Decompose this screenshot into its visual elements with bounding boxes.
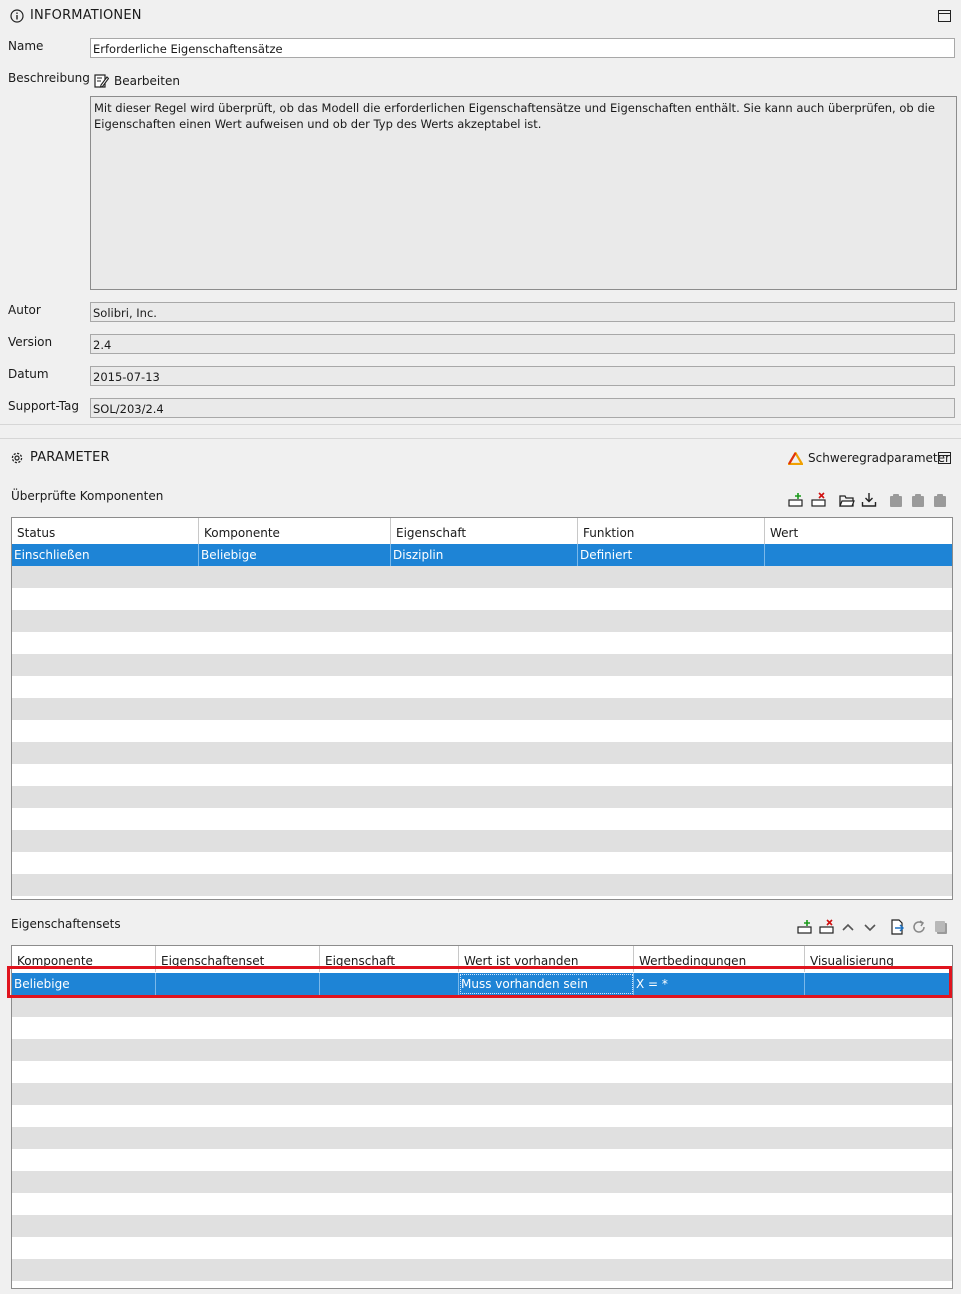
download-icon[interactable] xyxy=(861,492,877,508)
info-header: INFORMATIONEN xyxy=(10,8,142,23)
property-sets-label: Eigenschaftensets xyxy=(11,917,121,931)
empty-row xyxy=(12,786,952,808)
clipboard-icon[interactable] xyxy=(888,492,904,508)
panel-toggle-icon[interactable] xyxy=(938,452,951,464)
table-cell[interactable]: Einschließen xyxy=(12,544,199,566)
selected-row-highlight xyxy=(7,966,952,998)
table-row[interactable]: Einschließen Beliebige Disziplin Definie… xyxy=(12,544,952,566)
empty-row xyxy=(12,1083,952,1105)
description-label: Beschreibung xyxy=(8,71,90,85)
parameter-title: PARAMETER xyxy=(30,450,110,465)
support-tag-label: Support-Tag xyxy=(8,399,79,413)
empty-row xyxy=(12,874,952,896)
empty-row xyxy=(12,1171,952,1193)
column-header-property[interactable]: Eigenschaft xyxy=(391,518,578,544)
warning-triangle-icon xyxy=(788,451,803,465)
open-folder-icon[interactable] xyxy=(839,492,855,508)
empty-row xyxy=(12,1127,952,1149)
add-row-icon[interactable] xyxy=(788,492,804,508)
empty-row xyxy=(12,654,952,676)
components-table: Status Komponente Eigenschaft Funktion W… xyxy=(11,517,953,900)
section-divider xyxy=(0,438,961,439)
empty-row xyxy=(12,698,952,720)
author-label: Autor xyxy=(8,303,41,317)
remove-row-icon[interactable] xyxy=(811,492,827,508)
version-field: 2.4 xyxy=(90,334,955,354)
gear-icon xyxy=(11,452,23,463)
column-header-function[interactable]: Funktion xyxy=(578,518,765,544)
version-label: Version xyxy=(8,335,53,349)
chevron-up-icon[interactable] xyxy=(840,919,856,935)
info-title: INFORMATIONEN xyxy=(30,8,142,23)
empty-row xyxy=(12,742,952,764)
copy-icon[interactable] xyxy=(933,919,949,935)
components-label: Überprüfte Komponenten xyxy=(11,489,164,503)
empty-row xyxy=(12,1259,952,1281)
date-field: 2015-07-13 xyxy=(90,366,955,386)
support-tag-field: SOL/203/2.4 xyxy=(90,398,955,418)
date-label: Datum xyxy=(8,367,49,381)
edit-button[interactable]: Bearbeiten xyxy=(94,73,180,88)
refresh-icon[interactable] xyxy=(911,919,927,935)
empty-row xyxy=(12,566,952,588)
column-header-value[interactable]: Wert xyxy=(765,518,952,544)
section-divider xyxy=(0,424,961,425)
description-text: Mit dieser Regel wird überprüft, ob das … xyxy=(90,96,957,290)
name-label: Name xyxy=(8,39,44,53)
table-header: Status Komponente Eigenschaft Funktion W… xyxy=(12,518,952,544)
table-cell[interactable] xyxy=(765,544,952,566)
table-cell[interactable]: Beliebige xyxy=(199,544,391,566)
column-header-status[interactable]: Status xyxy=(12,518,199,544)
chevron-down-icon[interactable] xyxy=(862,919,878,935)
empty-row xyxy=(12,1039,952,1061)
remove-row-icon[interactable] xyxy=(819,919,835,935)
edit-label: Bearbeiten xyxy=(114,73,180,88)
clipboard-icon[interactable] xyxy=(910,492,926,508)
panel-toggle-icon[interactable] xyxy=(938,10,951,22)
info-icon xyxy=(10,8,24,23)
column-header-component[interactable]: Komponente xyxy=(199,518,391,544)
table-cell[interactable]: Disziplin xyxy=(391,544,578,566)
author-field: Solibri, Inc. xyxy=(90,302,955,322)
severity-parameter-button[interactable]: Schweregradparameter xyxy=(788,451,950,465)
parameter-header: PARAMETER xyxy=(10,450,110,465)
severity-label: Schweregradparameter xyxy=(808,451,950,465)
add-row-icon[interactable] xyxy=(797,919,813,935)
empty-row xyxy=(12,1215,952,1237)
export-icon[interactable] xyxy=(889,919,905,935)
empty-row xyxy=(12,610,952,632)
table-cell[interactable]: Definiert xyxy=(578,544,765,566)
name-field[interactable]: Erforderliche Eigenschaftensätze xyxy=(90,38,955,58)
empty-row xyxy=(12,995,952,1017)
clipboard-icon[interactable] xyxy=(932,492,948,508)
empty-row xyxy=(12,830,952,852)
edit-icon xyxy=(94,74,109,88)
